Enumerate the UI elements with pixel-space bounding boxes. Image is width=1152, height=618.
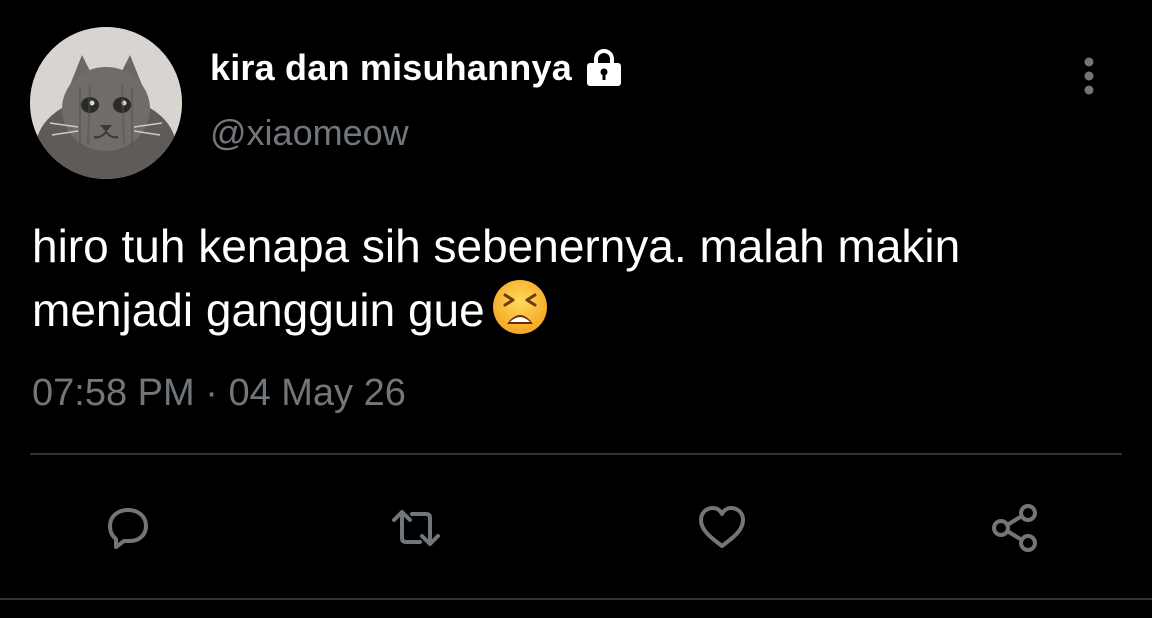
- retweet-button[interactable]: [388, 500, 444, 556]
- lock-icon: [582, 46, 626, 90]
- more-vertical-icon[interactable]: [1074, 56, 1104, 96]
- share-icon: [992, 504, 1037, 552]
- tweet-text-line2: menjadi gangguin gue: [32, 284, 485, 336]
- tweet-timestamp[interactable]: 07:58 PM · 04 May 26: [32, 372, 406, 415]
- tired-face-emoji: [491, 278, 549, 336]
- retweet-icon: [392, 510, 440, 546]
- bottom-divider: [0, 598, 1152, 600]
- divider: [30, 453, 1122, 455]
- tweet-text: hiro tuh kenapa sih sebenernya. malah ma…: [32, 214, 1132, 342]
- tweet-text-line1: hiro tuh kenapa sih sebenernya. malah ma…: [32, 220, 961, 272]
- name-row: kira dan misuhannya: [210, 46, 626, 90]
- reply-icon: [108, 508, 148, 549]
- share-button[interactable]: [988, 500, 1044, 556]
- tweet-time: 07:58 PM: [32, 372, 195, 414]
- like-icon: [699, 506, 745, 548]
- tweet-card: kira dan misuhannya @xiaomeow hiro tuh k…: [0, 0, 1152, 618]
- tweet-date: 04 May 26: [228, 372, 406, 414]
- reply-button[interactable]: [100, 500, 156, 556]
- like-button[interactable]: [694, 500, 750, 556]
- cat-photo-icon: [30, 27, 182, 179]
- meta-separator: ·: [205, 372, 218, 414]
- display-name[interactable]: kira dan misuhannya: [210, 47, 572, 89]
- user-handle[interactable]: @xiaomeow: [210, 112, 409, 154]
- avatar[interactable]: [30, 27, 182, 179]
